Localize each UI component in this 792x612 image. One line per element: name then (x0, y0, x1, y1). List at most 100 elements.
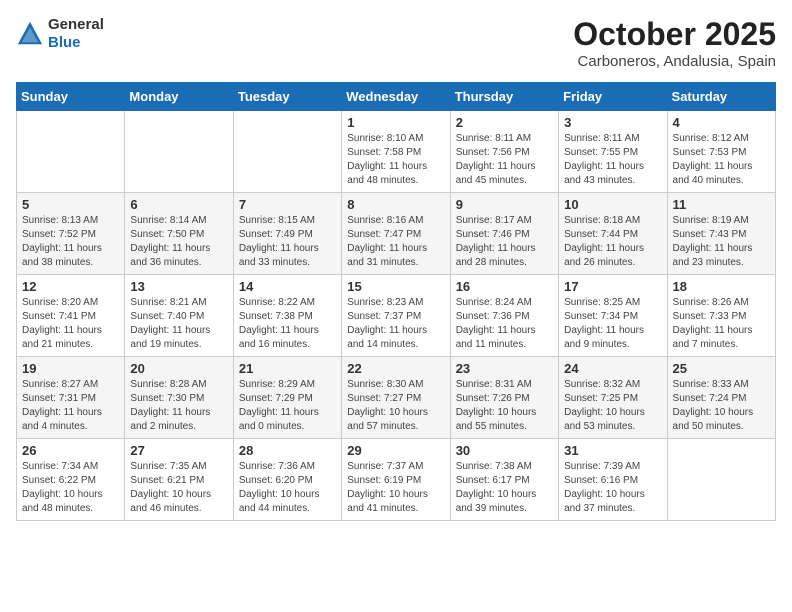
day-info: Sunrise: 8:32 AMSunset: 7:25 PMDaylight:… (564, 378, 661, 434)
day-number: 4 (673, 115, 770, 130)
calendar-cell: 31 Sunrise: 7:39 AMSunset: 6:16 PMDayligh… (559, 439, 667, 521)
day-number: 19 (22, 361, 119, 376)
day-number: 10 (564, 197, 661, 212)
day-info: Sunrise: 8:22 AMSunset: 7:38 PMDaylight:… (239, 296, 336, 352)
day-number: 18 (673, 279, 770, 294)
day-number: 12 (22, 279, 119, 294)
day-info: Sunrise: 8:29 AMSunset: 7:29 PMDaylight:… (239, 378, 336, 434)
day-number: 30 (456, 443, 553, 458)
day-number: 16 (456, 279, 553, 294)
calendar-cell: 16Sunrise: 8:24 AMSunset: 7:36 PMDayligh… (450, 275, 558, 357)
calendar-cell: 12 Sunrise: 8:20 AMSunset: 7:41 PMDayligh… (17, 275, 125, 357)
calendar-cell: 20 Sunrise: 8:28 AMSunset: 7:30 PMDayligh… (125, 357, 233, 439)
calendar-cell: 27Sunrise: 7:35 AMSunset: 6:21 PMDayligh… (125, 439, 233, 521)
day-info: Sunrise: 7:37 AMSunset: 6:19 PMDaylight:… (347, 460, 444, 516)
calendar-cell (233, 111, 341, 193)
day-info: Sunrise: 8:11 AMSunset: 7:55 PMDaylight:… (564, 132, 661, 188)
calendar-week-3: 12 Sunrise: 8:20 AMSunset: 7:41 PMDayligh… (17, 275, 776, 357)
calendar-cell: 4 Sunrise: 8:12 AMSunset: 7:53 PMDaylight… (667, 111, 775, 193)
day-number: 11 (673, 197, 770, 212)
calendar-cell: 2Sunrise: 8:11 AMSunset: 7:56 PMDaylight… (450, 111, 558, 193)
calendar-week-4: 19 Sunrise: 8:27 AMSunset: 7:31 PMDayligh… (17, 357, 776, 439)
calendar-cell: 5 Sunrise: 8:13 AMSunset: 7:52 PMDaylight… (17, 193, 125, 275)
calendar-week-5: 26Sunrise: 7:34 AMSunset: 6:22 PMDayligh… (17, 439, 776, 521)
calendar-cell (17, 111, 125, 193)
day-info: Sunrise: 8:17 AMSunset: 7:46 PMDaylight:… (456, 214, 553, 270)
calendar-cell: 21 Sunrise: 8:29 AMSunset: 7:29 PMDayligh… (233, 357, 341, 439)
day-number: 6 (130, 197, 227, 212)
day-number: 5 (22, 197, 119, 212)
day-info: Sunrise: 8:19 AMSunset: 7:43 PMDaylight:… (673, 214, 770, 270)
calendar-table: SundayMondayTuesdayWednesdayThursdayFrid… (16, 82, 776, 521)
weekday-header-wednesday: Wednesday (342, 83, 450, 111)
day-info: Sunrise: 8:18 AMSunset: 7:44 PMDaylight:… (564, 214, 661, 270)
day-info: Sunrise: 8:25 AMSunset: 7:34 PMDaylight:… (564, 296, 661, 352)
day-number: 21 (239, 361, 336, 376)
day-number: 22 (347, 361, 444, 376)
calendar-cell: 19 Sunrise: 8:27 AMSunset: 7:31 PMDayligh… (17, 357, 125, 439)
weekday-header-sunday: Sunday (17, 83, 125, 111)
calendar-cell: 25 Sunrise: 8:33 AMSunset: 7:24 PMDayligh… (667, 357, 775, 439)
day-info: Sunrise: 8:16 AMSunset: 7:47 PMDaylight:… (347, 214, 444, 270)
day-info: Sunrise: 8:13 AMSunset: 7:52 PMDaylight:… (22, 214, 119, 270)
day-info: Sunrise: 8:28 AMSunset: 7:30 PMDaylight:… (130, 378, 227, 434)
day-number: 3 (564, 115, 661, 130)
calendar-cell: 11 Sunrise: 8:19 AMSunset: 7:43 PMDayligh… (667, 193, 775, 275)
calendar-cell: 29 Sunrise: 7:37 AMSunset: 6:19 PMDayligh… (342, 439, 450, 521)
day-info: Sunrise: 8:14 AMSunset: 7:50 PMDaylight:… (130, 214, 227, 270)
calendar-cell (667, 439, 775, 521)
title-block: October 2025 Carboneros, Andalusia, Spai… (573, 16, 776, 70)
day-info: Sunrise: 8:23 AMSunset: 7:37 PMDaylight:… (347, 296, 444, 352)
day-number: 15 (347, 279, 444, 294)
day-number: 2 (456, 115, 553, 130)
day-number: 8 (347, 197, 444, 212)
day-number: 23 (456, 361, 553, 376)
calendar-cell: 3 Sunrise: 8:11 AMSunset: 7:55 PMDaylight… (559, 111, 667, 193)
day-info: Sunrise: 7:36 AMSunset: 6:20 PMDaylight:… (239, 460, 336, 516)
calendar-week-1: 1 Sunrise: 8:10 AMSunset: 7:58 PMDaylight… (17, 111, 776, 193)
day-number: 13 (130, 279, 227, 294)
day-number: 9 (456, 197, 553, 212)
day-info: Sunrise: 8:27 AMSunset: 7:31 PMDaylight:… (22, 378, 119, 434)
day-info: Sunrise: 8:10 AMSunset: 7:58 PMDaylight:… (347, 132, 444, 188)
day-number: 27 (130, 443, 227, 458)
calendar-cell: 8 Sunrise: 8:16 AMSunset: 7:47 PMDaylight… (342, 193, 450, 275)
logo-blue: Blue (48, 34, 81, 51)
calendar-cell (125, 111, 233, 193)
month-title: October 2025 (573, 16, 776, 53)
day-number: 20 (130, 361, 227, 376)
day-number: 26 (22, 443, 119, 458)
logo-icon (16, 20, 44, 48)
calendar-cell: 14 Sunrise: 8:22 AMSunset: 7:38 PMDayligh… (233, 275, 341, 357)
day-info: Sunrise: 8:21 AMSunset: 7:40 PMDaylight:… (130, 296, 227, 352)
day-info: Sunrise: 8:26 AMSunset: 7:33 PMDaylight:… (673, 296, 770, 352)
logo: General Blue (16, 16, 104, 52)
calendar-cell: 17 Sunrise: 8:25 AMSunset: 7:34 PMDayligh… (559, 275, 667, 357)
calendar-cell: 22 Sunrise: 8:30 AMSunset: 7:27 PMDayligh… (342, 357, 450, 439)
day-info: Sunrise: 8:20 AMSunset: 7:41 PMDaylight:… (22, 296, 119, 352)
day-info: Sunrise: 8:15 AMSunset: 7:49 PMDaylight:… (239, 214, 336, 270)
weekday-header-thursday: Thursday (450, 83, 558, 111)
calendar-cell: 18 Sunrise: 8:26 AMSunset: 7:33 PMDayligh… (667, 275, 775, 357)
day-number: 14 (239, 279, 336, 294)
day-number: 28 (239, 443, 336, 458)
day-number: 29 (347, 443, 444, 458)
calendar-cell: 10 Sunrise: 8:18 AMSunset: 7:44 PMDayligh… (559, 193, 667, 275)
calendar-cell: 1 Sunrise: 8:10 AMSunset: 7:58 PMDaylight… (342, 111, 450, 193)
calendar-cell: 30Sunrise: 7:38 AMSunset: 6:17 PMDayligh… (450, 439, 558, 521)
weekday-header-saturday: Saturday (667, 83, 775, 111)
calendar-cell: 13 Sunrise: 8:21 AMSunset: 7:40 PMDayligh… (125, 275, 233, 357)
day-number: 17 (564, 279, 661, 294)
day-number: 7 (239, 197, 336, 212)
day-info: Sunrise: 7:39 AMSunset: 6:16 PMDaylight:… (564, 460, 661, 516)
day-info: Sunrise: 8:12 AMSunset: 7:53 PMDaylight:… (673, 132, 770, 188)
weekday-header-monday: Monday (125, 83, 233, 111)
day-number: 25 (673, 361, 770, 376)
day-number: 31 (564, 443, 661, 458)
calendar-cell: 26Sunrise: 7:34 AMSunset: 6:22 PMDayligh… (17, 439, 125, 521)
day-info: Sunrise: 8:30 AMSunset: 7:27 PMDaylight:… (347, 378, 444, 434)
day-info: Sunrise: 8:33 AMSunset: 7:24 PMDaylight:… (673, 378, 770, 434)
day-number: 1 (347, 115, 444, 130)
weekday-header-tuesday: Tuesday (233, 83, 341, 111)
day-info: Sunrise: 8:31 AMSunset: 7:26 PMDaylight:… (456, 378, 553, 434)
